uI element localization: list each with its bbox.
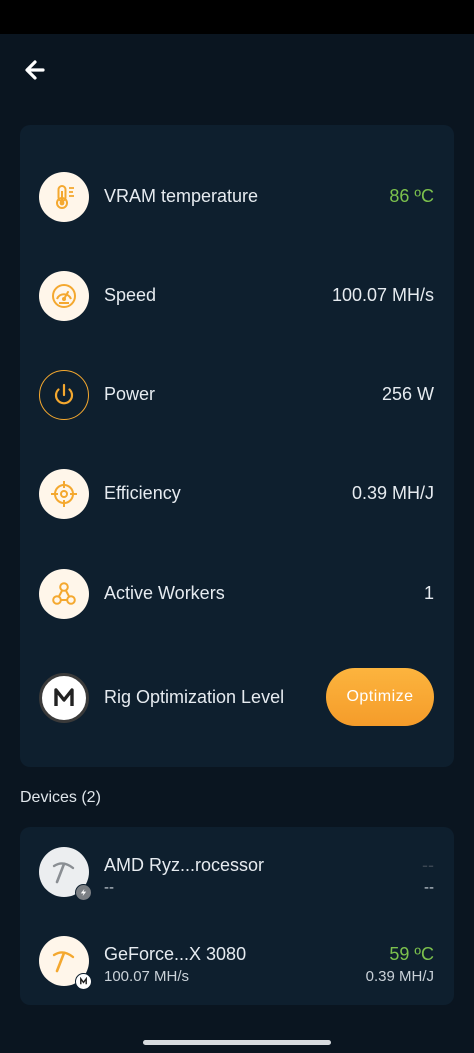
speedometer-icon — [39, 271, 89, 321]
stat-value: 1 — [423, 583, 434, 603]
stat-value: 100.07 MH/s — [331, 285, 434, 305]
device-subtitle: -- — [104, 879, 114, 896]
brand-m-badge-icon — [75, 973, 92, 990]
device-name: GeForce...X 3080 — [104, 944, 247, 964]
stat-label: VRAM temperature — [104, 186, 259, 206]
stat-label: Speed — [104, 285, 157, 305]
stats-card: VRAM temperature 86 ºC Speed 100.07 MH/s… — [20, 125, 454, 767]
stat-row-power: Power 256 W — [20, 365, 454, 425]
back-button[interactable] — [22, 57, 48, 83]
device-row[interactable]: AMD Ryz...rocessor -- -- -- — [20, 839, 454, 909]
stat-row-active-workers: Active Workers 1 — [20, 564, 454, 624]
stat-row-speed: Speed 100.07 MH/s — [20, 266, 454, 326]
power-icon — [39, 370, 89, 420]
device-temperature: 59 ºC — [389, 944, 434, 964]
device-row[interactable]: GeForce...X 3080 100.07 MH/s 59 ºC 0.39 … — [20, 928, 454, 998]
device-efficiency: -- — [424, 879, 434, 896]
stat-label: Active Workers — [104, 583, 225, 603]
stat-value: 256 W — [381, 384, 434, 404]
stat-label: Efficiency — [104, 483, 181, 503]
device-name: AMD Ryz...rocessor — [104, 855, 265, 875]
optimize-button[interactable]: Optimize — [326, 668, 434, 726]
stat-value: 0.39 MH/J — [351, 483, 434, 503]
device-subtitle: 100.07 MH/s — [104, 968, 190, 985]
stat-row-efficiency: Efficiency 0.39 MH/J — [20, 464, 454, 524]
device-temperature: -- — [422, 855, 434, 875]
arrow-left-icon — [25, 60, 45, 80]
device-efficiency: 0.39 MH/J — [365, 968, 434, 985]
thermometer-icon — [39, 172, 89, 222]
status-bar — [0, 0, 474, 34]
stat-label: Power — [104, 384, 156, 404]
devices-section-title: Devices (2) — [20, 789, 101, 806]
workers-network-icon — [39, 569, 89, 619]
lightning-badge-icon — [75, 884, 92, 901]
stat-value: 86 ºC — [389, 186, 434, 206]
brand-m-icon — [39, 673, 89, 723]
stat-label: Rig Optimization Level — [104, 687, 285, 707]
devices-card: AMD Ryz...rocessor -- -- -- GeForce...X … — [20, 827, 454, 1005]
stat-row-vram-temperature: VRAM temperature 86 ºC — [20, 167, 454, 227]
crosshair-icon — [39, 469, 89, 519]
home-indicator[interactable] — [143, 1040, 331, 1045]
